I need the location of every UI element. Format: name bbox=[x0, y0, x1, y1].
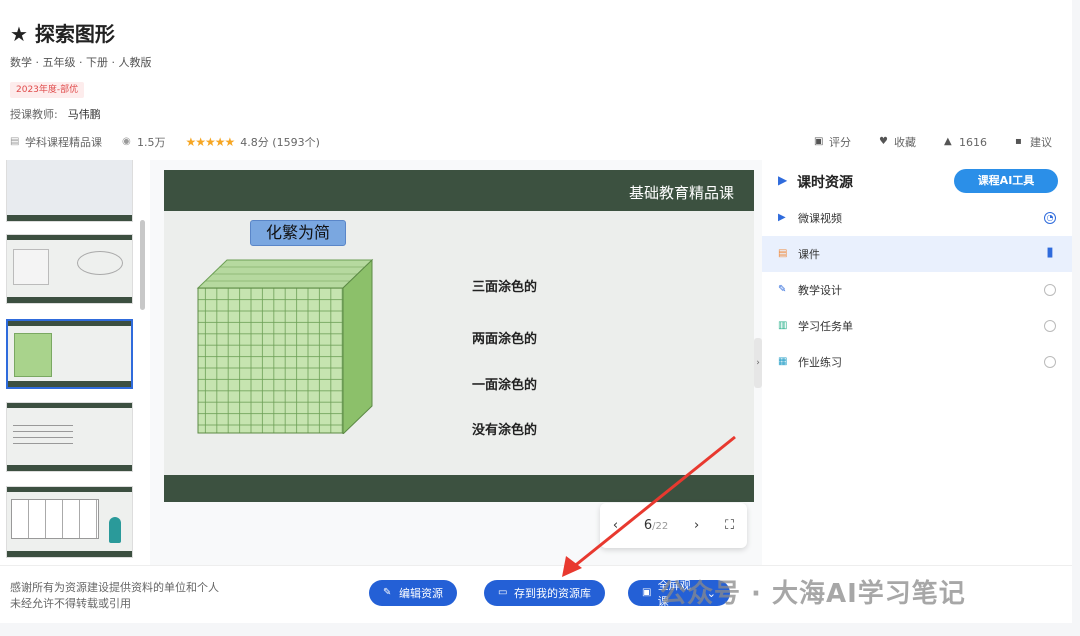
progress-icon: ◔ bbox=[1044, 212, 1056, 224]
heart-icon: ♥ bbox=[879, 136, 888, 147]
cube-illustration bbox=[196, 258, 374, 434]
total-pages: /22 bbox=[652, 521, 669, 532]
panel-header: ▶ 课时资源 bbox=[778, 172, 853, 192]
thumbnail-scrollbar[interactable] bbox=[140, 220, 145, 310]
resource-item-homework[interactable]: ▦ 作业练习 bbox=[762, 344, 1072, 380]
page-indicator: 6/22 bbox=[644, 518, 668, 533]
resource-label: 微课视频 bbox=[798, 212, 842, 225]
award-badge: 2023年度-部优 bbox=[10, 82, 85, 98]
thumbs-up-icon: ▲ bbox=[944, 136, 952, 147]
resource-panel: ▶ 课时资源 课程AI工具 ▶ 微课视频 ◔ ▤ 课件 ▮ ✎ 教学设计 ▥ 学习任务单 ▦ 作… bbox=[762, 160, 1072, 565]
current-page: 6 bbox=[643, 518, 653, 533]
thumbnail-slide[interactable] bbox=[6, 234, 133, 304]
save-to-library-button[interactable]: ▭ 存到我的资源库 bbox=[484, 580, 605, 606]
watermark: 公众号 · 大海AI学习笔记 bbox=[660, 579, 966, 609]
eye-icon: ◉ bbox=[122, 136, 131, 147]
panel-title: 课时资源 bbox=[797, 175, 853, 191]
course-subtitle: 数学 · 五年级 · 下册 · 人教版 bbox=[10, 56, 152, 69]
header-actions: ▣ 评分 ♥ 收藏 ▲ 1616 ▪ 建议 bbox=[786, 134, 1052, 150]
resource-label: 作业练习 bbox=[798, 356, 842, 369]
favorite-button[interactable]: ♥ 收藏 bbox=[879, 134, 916, 150]
slide-bottom-bar bbox=[164, 475, 754, 502]
views-text: 1.5万 bbox=[137, 136, 166, 149]
meta-views: ◉ 1.5万 bbox=[122, 134, 166, 150]
course-header: ★ 探索图形 数学 · 五年级 · 下册 · 人教版 2023年度-部优 授课教… bbox=[0, 0, 1072, 160]
bar-chart-icon: ▮ bbox=[1046, 245, 1054, 260]
status-circle-icon bbox=[1044, 356, 1056, 368]
design-icon: ✎ bbox=[778, 284, 787, 295]
video-icon: ▶ bbox=[778, 212, 786, 223]
suggest-button[interactable]: ▪ 建议 bbox=[1015, 134, 1052, 150]
app-root: ★ 探索图形 数学 · 五年级 · 下册 · 人教版 2023年度-部优 授课教… bbox=[0, 0, 1080, 636]
homework-icon: ▦ bbox=[778, 356, 788, 367]
suggest-label: 建议 bbox=[1030, 136, 1052, 149]
meta-category: ▤ 学科课程精品课 bbox=[10, 134, 102, 150]
course-title: ★ 探索图形 bbox=[10, 22, 115, 46]
slide-top-bar: 基础教育精品课 bbox=[164, 170, 754, 211]
teacher-name[interactable]: 马伟鹏 bbox=[68, 108, 101, 121]
thumbnail-slide[interactable] bbox=[6, 486, 133, 558]
resource-icon: ▶ bbox=[778, 173, 788, 187]
favorite-label: 收藏 bbox=[894, 136, 916, 149]
fullscreen-icon[interactable]: ⛶ bbox=[725, 518, 734, 533]
footer-note-line1: 感谢所有为资源建设提供资料的单位和个人 bbox=[10, 581, 219, 594]
edit-label: 编辑资源 bbox=[399, 587, 443, 600]
edit-resource-button[interactable]: ✎ 编辑资源 bbox=[369, 580, 457, 606]
like-button[interactable]: ▲ 1616 bbox=[944, 134, 987, 150]
slide-title: 化繁为简 bbox=[250, 220, 346, 246]
ppt-icon: ▤ bbox=[778, 248, 788, 259]
resource-label: 教学设计 bbox=[798, 284, 842, 297]
resource-item-micro-video[interactable]: ▶ 微课视频 ◔ bbox=[762, 200, 1072, 236]
thumbnail-slide-selected[interactable] bbox=[6, 319, 133, 389]
teacher-label: 授课教师: bbox=[10, 108, 58, 121]
rate-icon: ▣ bbox=[814, 136, 824, 147]
book-icon: ▤ bbox=[10, 136, 20, 147]
slide-stage: 基础教育精品课 化繁为简 三面涂色的 两面涂色的 一面涂色的 没有涂色的 ‹ 6… bbox=[150, 160, 762, 565]
status-circle-icon bbox=[1044, 284, 1056, 296]
comment-icon: ▪ bbox=[1015, 136, 1022, 147]
like-count: 1616 bbox=[959, 135, 987, 149]
thumbnail-slide[interactable] bbox=[6, 402, 133, 472]
slide-thumbnails bbox=[0, 160, 150, 565]
slide-canvas: 基础教育精品课 化繁为简 三面涂色的 两面涂色的 一面涂色的 没有涂色的 bbox=[164, 170, 754, 502]
slide-pager: ‹ 6/22 › ⛶ bbox=[600, 503, 747, 548]
label-one-face: 一面涂色的 bbox=[472, 378, 538, 393]
screen-icon: ▣ bbox=[642, 587, 652, 598]
course-meta: ▤ 学科课程精品课 ◉ 1.5万 ★★★★★ 4.8分 (1593个) bbox=[10, 134, 340, 150]
thumbnail-slide[interactable] bbox=[6, 160, 133, 222]
rating-text: 4.8分 bbox=[240, 136, 269, 149]
rating-stars: ★★★★★ bbox=[185, 135, 236, 149]
folder-icon: ▭ bbox=[498, 587, 508, 598]
rating-count: (1593个) bbox=[272, 136, 320, 149]
status-circle-icon bbox=[1044, 320, 1056, 332]
clipboard-icon: ▥ bbox=[778, 320, 788, 331]
next-page-icon[interactable]: › bbox=[694, 518, 699, 533]
label-no-face: 没有涂色的 bbox=[472, 423, 538, 438]
category-text: 学科课程精品课 bbox=[25, 136, 102, 149]
footer-note: 感谢所有为资源建设提供资料的单位和个人 未经允许不得转载或引用 bbox=[10, 580, 219, 612]
resource-item-lesson-design[interactable]: ✎ 教学设计 bbox=[762, 272, 1072, 308]
ai-tools-button[interactable]: 课程AI工具 bbox=[954, 169, 1058, 193]
teacher-info: 授课教师: 马伟鹏 bbox=[10, 106, 101, 122]
label-two-faces: 两面涂色的 bbox=[472, 332, 538, 347]
resource-label: 学习任务单 bbox=[798, 320, 853, 333]
resource-item-courseware[interactable]: ▤ 课件 ▮ bbox=[762, 236, 1072, 272]
resource-item-task-sheet[interactable]: ▥ 学习任务单 bbox=[762, 308, 1072, 344]
slide-brand: 基础教育精品课 bbox=[628, 184, 734, 202]
prev-page-icon[interactable]: ‹ bbox=[613, 518, 618, 533]
rate-button[interactable]: ▣ 评分 bbox=[814, 134, 851, 150]
panel-collapse-toggle[interactable]: › bbox=[754, 338, 762, 388]
footer-note-line2: 未经允许不得转载或引用 bbox=[10, 597, 131, 610]
edit-icon: ✎ bbox=[383, 587, 392, 598]
rate-label: 评分 bbox=[829, 136, 851, 149]
label-three-faces: 三面涂色的 bbox=[472, 280, 538, 295]
resource-label: 课件 bbox=[798, 248, 820, 261]
meta-rating: ★★★★★ 4.8分 (1593个) bbox=[186, 134, 320, 150]
save-label: 存到我的资源库 bbox=[514, 587, 591, 600]
